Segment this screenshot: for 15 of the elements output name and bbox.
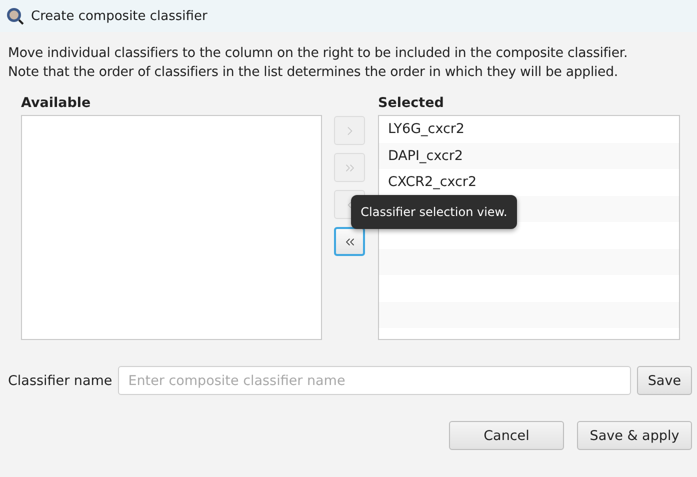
- save-apply-button[interactable]: Save & apply: [577, 421, 692, 450]
- window-title: Create composite classifier: [31, 8, 208, 24]
- available-list[interactable]: [21, 115, 322, 340]
- app-logo-icon: [6, 7, 24, 25]
- classifier-name-field[interactable]: Enter composite classifier name: [118, 366, 631, 395]
- save-button[interactable]: Save: [636, 366, 692, 395]
- tooltip: Classifier selection view.: [351, 195, 517, 229]
- available-heading: Available: [21, 94, 92, 113]
- instruction-text: Move individual classifiers to the column on the right to be included in the composite classifier.: [8, 45, 629, 63]
- list-item[interactable]: DAPI_cxcr2: [379, 142, 679, 169]
- instruction-text: Note that the order of classifiers in the list determines the order in which they will be applied.: [8, 64, 619, 82]
- selected-heading: Selected: [378, 94, 445, 113]
- cancel-button[interactable]: Cancel: [449, 421, 564, 450]
- field-label: Classifier name: [8, 372, 112, 388]
- move-all-left-button[interactable]: [334, 227, 365, 256]
